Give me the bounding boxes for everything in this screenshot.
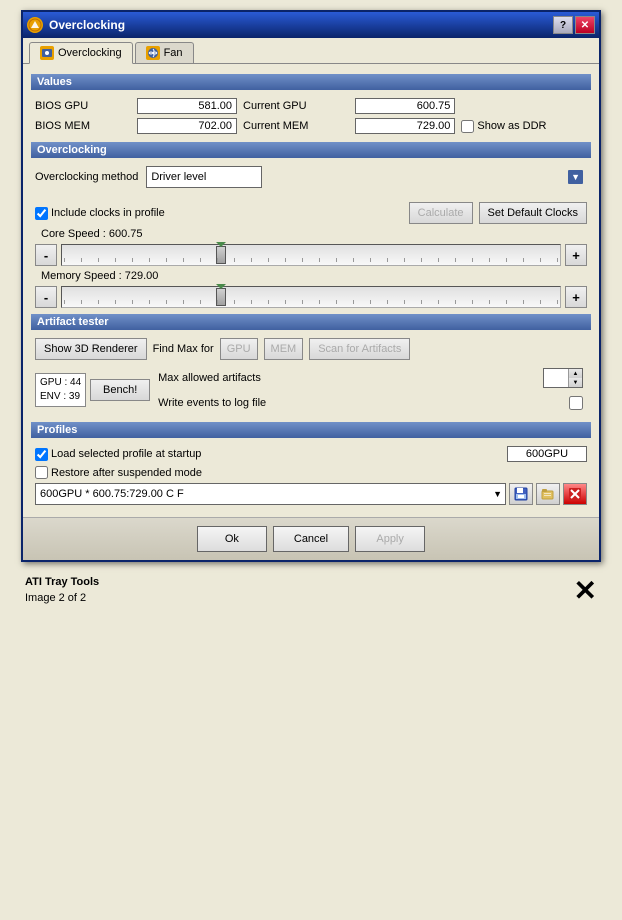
mem-slider-track[interactable] (61, 286, 561, 308)
profile-save-button[interactable] (509, 483, 533, 505)
core-minus-button[interactable]: - (35, 244, 57, 266)
profile-dropdown-row: 600GPU * 600.75:729.00 C F (31, 481, 591, 511)
find-max-label: Find Max for (153, 343, 214, 355)
set-default-clocks-button[interactable]: Set Default Clocks (479, 202, 587, 224)
env-val: ENV : 39 (40, 390, 81, 404)
main-window: Overclocking ? ✕ Overclocking (21, 10, 601, 562)
values-grid: BIOS GPU 581.00 Current GPU 600.75 BIOS … (31, 94, 591, 138)
artifact-row1: Show 3D Renderer Find Max for GPU MEM Sc… (31, 334, 591, 364)
load-profile-label[interactable]: Load selected profile at startup (35, 448, 201, 461)
titlebar-left: Overclocking (27, 17, 125, 33)
find-max-gpu-button[interactable]: GPU (220, 338, 258, 360)
mem-minus-button[interactable]: - (35, 286, 57, 308)
tab-fan[interactable]: Fan (135, 42, 194, 63)
tab-overclocking-label: Overclocking (58, 47, 122, 59)
fan-tab-icon (146, 46, 160, 60)
current-gpu-value: 600.75 (355, 98, 456, 114)
include-clocks-checkbox[interactable] (35, 207, 48, 220)
calculate-button[interactable]: Calculate (409, 202, 473, 224)
restore-checkbox[interactable] (35, 466, 48, 479)
write-events-label: Write events to log file (158, 397, 266, 409)
overclocking-method-row: Overclocking method Driver level Direct … (31, 162, 591, 192)
gpu-env-display: GPU : 44 ENV : 39 (35, 373, 86, 407)
method-label: Overclocking method (35, 171, 138, 183)
find-max-mem-button[interactable]: MEM (264, 338, 304, 360)
restore-label[interactable]: Restore after suspended mode (35, 466, 202, 479)
core-slider-dots (62, 258, 560, 262)
memory-speed-label: Memory Speed : 729.00 (41, 270, 158, 282)
gpu-val: GPU : 44 (40, 376, 81, 390)
apply-button[interactable]: Apply (355, 526, 425, 552)
bios-mem-label: BIOS MEM (35, 120, 131, 132)
bios-mem-value: 702.00 (137, 118, 238, 134)
mem-slider-dots (62, 300, 560, 304)
include-clocks-row: Include clocks in profile Calculate Set … (31, 196, 591, 226)
core-slider-row: - + (31, 242, 591, 268)
mem-slider-row: - + (31, 284, 591, 310)
write-events-checkbox[interactable] (569, 396, 583, 410)
method-select[interactable]: Driver level Direct register access BIOS… (146, 166, 262, 188)
titlebar: Overclocking ? ✕ (23, 12, 599, 38)
load-profile-checkbox[interactable] (35, 448, 48, 461)
bios-gpu-value: 581.00 (137, 98, 238, 114)
profiles-section-header: Profiles (31, 422, 591, 438)
spinner-down[interactable]: ▼ (569, 378, 582, 387)
include-clocks-label[interactable]: Include clocks in profile (35, 207, 165, 220)
image-label: Image 2 of 2 (25, 591, 99, 606)
max-artifacts-spinner[interactable]: 0 ▲ ▼ (543, 368, 583, 388)
core-slider-track[interactable] (61, 244, 561, 266)
current-mem-label: Current MEM (243, 120, 349, 132)
close-button[interactable]: ✕ (575, 16, 595, 34)
help-button[interactable]: ? (553, 16, 573, 34)
footer: ATI Tray Tools Image 2 of 2 ✕ (21, 574, 601, 607)
tab-overclocking[interactable]: Overclocking (29, 42, 133, 64)
content-area: Values BIOS GPU 581.00 Current GPU 600.7… (23, 64, 599, 517)
show-as-ddr-label[interactable]: Show as DDR (461, 120, 587, 133)
show-as-ddr-checkbox[interactable] (461, 120, 474, 133)
cancel-button[interactable]: Cancel (273, 526, 349, 552)
max-artifacts-label: Max allowed artifacts (158, 372, 261, 384)
window-title: Overclocking (49, 18, 125, 32)
profiles-load-row: Load selected profile at startup 600GPU (31, 442, 591, 464)
values-section-header: Values (31, 74, 591, 90)
profiles-restore-row: Restore after suspended mode (31, 464, 591, 481)
core-plus-button[interactable]: + (565, 244, 587, 266)
artifact-section-header: Artifact tester (31, 314, 591, 330)
bios-gpu-label: BIOS GPU (35, 100, 131, 112)
profile-name-display: 600GPU (507, 446, 587, 462)
show-3d-renderer-button[interactable]: Show 3D Renderer (35, 338, 147, 360)
current-mem-value: 729.00 (355, 118, 456, 134)
ok-button[interactable]: Ok (197, 526, 267, 552)
core-speed-row: Core Speed : 600.75 (31, 226, 591, 242)
footer-close-button[interactable]: ✕ (574, 574, 597, 607)
method-select-wrapper[interactable]: Driver level Direct register access BIOS… (146, 166, 587, 188)
profile-delete-button[interactable] (563, 483, 587, 505)
footer-text: ATI Tray Tools Image 2 of 2 (25, 575, 99, 606)
profile-select-wrapper[interactable]: 600GPU * 600.75:729.00 C F (35, 483, 506, 505)
app-icon (27, 17, 43, 33)
current-gpu-label: Current GPU (243, 100, 349, 112)
write-events-row: Write events to log file (154, 394, 587, 414)
tab-fan-label: Fan (164, 47, 183, 59)
mem-plus-button[interactable]: + (565, 286, 587, 308)
artifact-row2: GPU : 44 ENV : 39 Bench! Max allowed art… (31, 364, 591, 418)
titlebar-buttons: ? ✕ (553, 16, 595, 34)
memory-speed-row: Memory Speed : 729.00 (31, 268, 591, 284)
profile-select[interactable]: 600GPU * 600.75:729.00 C F (35, 483, 506, 505)
app-name: ATI Tray Tools (25, 575, 99, 590)
overclocking-section-header: Overclocking (31, 142, 591, 158)
spinner-up[interactable]: ▲ (569, 369, 582, 378)
scan-for-artifacts-button[interactable]: Scan for Artifacts (309, 338, 410, 360)
core-speed-label: Core Speed : 600.75 (41, 228, 143, 240)
tab-bar: Overclocking Fan (23, 38, 599, 64)
overclocking-tab-icon (40, 46, 54, 60)
bench-button[interactable]: Bench! (90, 379, 150, 401)
max-artifacts-row: Max allowed artifacts 0 ▲ ▼ (154, 366, 587, 390)
profile-open-button[interactable] (536, 483, 560, 505)
bottom-bar: Ok Cancel Apply (23, 517, 599, 560)
spinner-arrows: ▲ ▼ (568, 369, 582, 387)
